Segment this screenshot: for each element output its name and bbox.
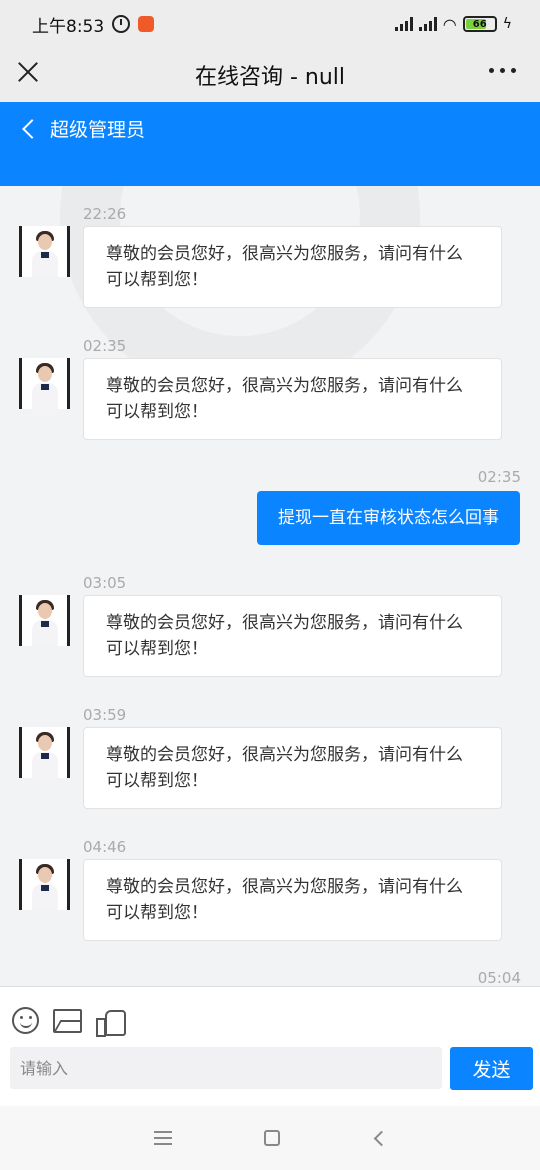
chat-header-title: 超级管理员 <box>50 119 146 141</box>
chat-header: 超级管理员 <box>0 102 540 186</box>
battery-level: 66 <box>472 18 487 30</box>
signal-icon-2 <box>418 17 437 31</box>
message-time: 22:26 <box>83 205 127 223</box>
like-icon[interactable] <box>96 1008 126 1037</box>
agent-avatar <box>19 358 70 409</box>
agent-avatar <box>19 226 70 277</box>
message-time: 04:46 <box>83 838 127 856</box>
agent-avatar <box>19 859 70 910</box>
message-bubble-agent: 尊敬的会员您好，很高兴为您服务，请问有什么可以帮到您！ <box>83 226 502 308</box>
toolbar <box>12 1007 126 1037</box>
image-icon[interactable] <box>53 1008 82 1033</box>
emoji-icon[interactable] <box>12 1007 39 1034</box>
message-bubble-agent: 尊敬的会员您好，很高兴为您服务，请问有什么可以帮到您！ <box>83 859 502 941</box>
home-icon[interactable] <box>264 1130 280 1146</box>
status-time: 上午8:53 <box>32 16 105 37</box>
alarm-icon <box>112 15 131 33</box>
battery-icon: 66 <box>462 16 497 32</box>
message-time: 02:35 <box>83 337 127 355</box>
wifi-icon: ◠ <box>442 14 457 34</box>
message-bubble-agent: 尊敬的会员您好，很高兴为您服务，请问有什么可以帮到您！ <box>83 595 502 677</box>
message-bubble-user: 提现一直在审核状态怎么回事 <box>257 491 520 545</box>
charging-icon: ϟ <box>502 16 512 32</box>
status-bar: 上午8:53 ◠ 66 ϟ <box>0 0 540 48</box>
close-icon[interactable] <box>14 58 42 86</box>
page-title: 在线咨询 - null <box>194 65 346 90</box>
system-nav-bar <box>0 1106 540 1170</box>
message-bubble-agent: 尊敬的会员您好，很高兴为您服务，请问有什么可以帮到您！ <box>83 727 502 809</box>
input-area: 发送 <box>0 986 540 1106</box>
message-time: 03:59 <box>83 706 127 724</box>
more-icon[interactable] <box>489 68 516 73</box>
title-bar: 在线咨询 - null <box>0 48 540 102</box>
agent-avatar <box>19 727 70 778</box>
back-icon[interactable] <box>20 118 38 142</box>
message-time: 02:35 <box>477 468 521 486</box>
send-button[interactable]: 发送 <box>450 1047 533 1090</box>
agent-avatar <box>19 595 70 646</box>
menu-icon[interactable] <box>154 1131 172 1145</box>
message-bubble-agent: 尊敬的会员您好，很高兴为您服务，请问有什么可以帮到您！ <box>83 358 502 440</box>
app-notification-icon <box>138 16 155 32</box>
message-time: 05:04 <box>477 969 521 986</box>
message-list[interactable]: 22:26 尊敬的会员您好，很高兴为您服务，请问有什么可以帮到您！ 02:35 … <box>0 186 540 986</box>
message-input[interactable] <box>10 1047 442 1089</box>
signal-icon <box>394 17 413 31</box>
nav-back-icon[interactable] <box>372 1130 386 1146</box>
message-time: 03:05 <box>83 574 127 592</box>
